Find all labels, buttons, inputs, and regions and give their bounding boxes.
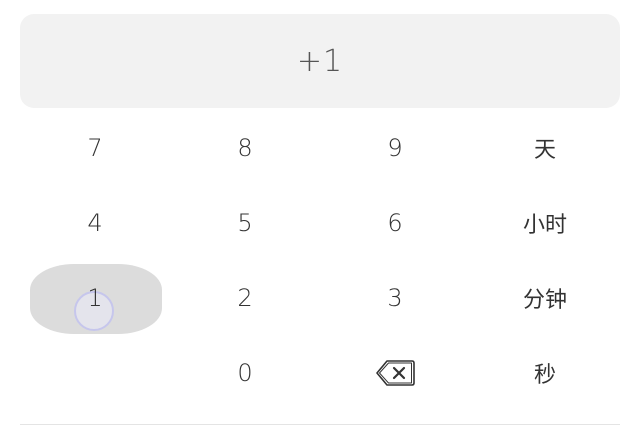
key-label: 0 <box>237 358 253 387</box>
key-unit-minute[interactable]: 分钟 <box>470 260 620 335</box>
key-3[interactable]: 3 <box>320 260 470 335</box>
key-label: 1 <box>87 283 103 312</box>
key-1[interactable]: 1 <box>20 260 170 335</box>
key-label: 2 <box>237 283 253 312</box>
key-label: 分钟 <box>522 287 567 313</box>
backspace-button[interactable] <box>320 335 470 410</box>
key-4[interactable]: 4 <box>20 185 170 260</box>
key-label: 9 <box>387 133 403 162</box>
key-2[interactable]: 2 <box>170 260 320 335</box>
key-0[interactable]: 0 <box>170 335 320 410</box>
key-unit-second[interactable]: 秒 <box>470 335 620 410</box>
quick-add-keypad: +1 7 8 9 天 4 5 6 小时 1 2 3 分钟 0 秒 <box>0 0 640 429</box>
backspace-icon <box>376 359 415 386</box>
key-empty <box>20 335 170 410</box>
key-unit-day[interactable]: 天 <box>470 110 620 185</box>
bottom-divider <box>20 424 620 425</box>
key-7[interactable]: 7 <box>20 110 170 185</box>
key-label: 4 <box>87 208 103 237</box>
value-display: +1 <box>20 14 620 108</box>
display-value: +1 <box>296 43 344 79</box>
key-label: 7 <box>87 133 103 162</box>
key-label: 3 <box>387 283 403 312</box>
key-6[interactable]: 6 <box>320 185 470 260</box>
key-unit-hour[interactable]: 小时 <box>470 185 620 260</box>
key-label: 5 <box>237 208 253 237</box>
key-label: 6 <box>387 208 403 237</box>
key-9[interactable]: 9 <box>320 110 470 185</box>
key-8[interactable]: 8 <box>170 110 320 185</box>
key-label: 小时 <box>522 212 567 238</box>
key-label: 秒 <box>533 362 556 388</box>
numeric-keypad: 7 8 9 天 4 5 6 小时 1 2 3 分钟 0 秒 <box>20 110 620 410</box>
key-label: 8 <box>237 133 253 162</box>
key-5[interactable]: 5 <box>170 185 320 260</box>
key-label: 天 <box>533 137 556 163</box>
